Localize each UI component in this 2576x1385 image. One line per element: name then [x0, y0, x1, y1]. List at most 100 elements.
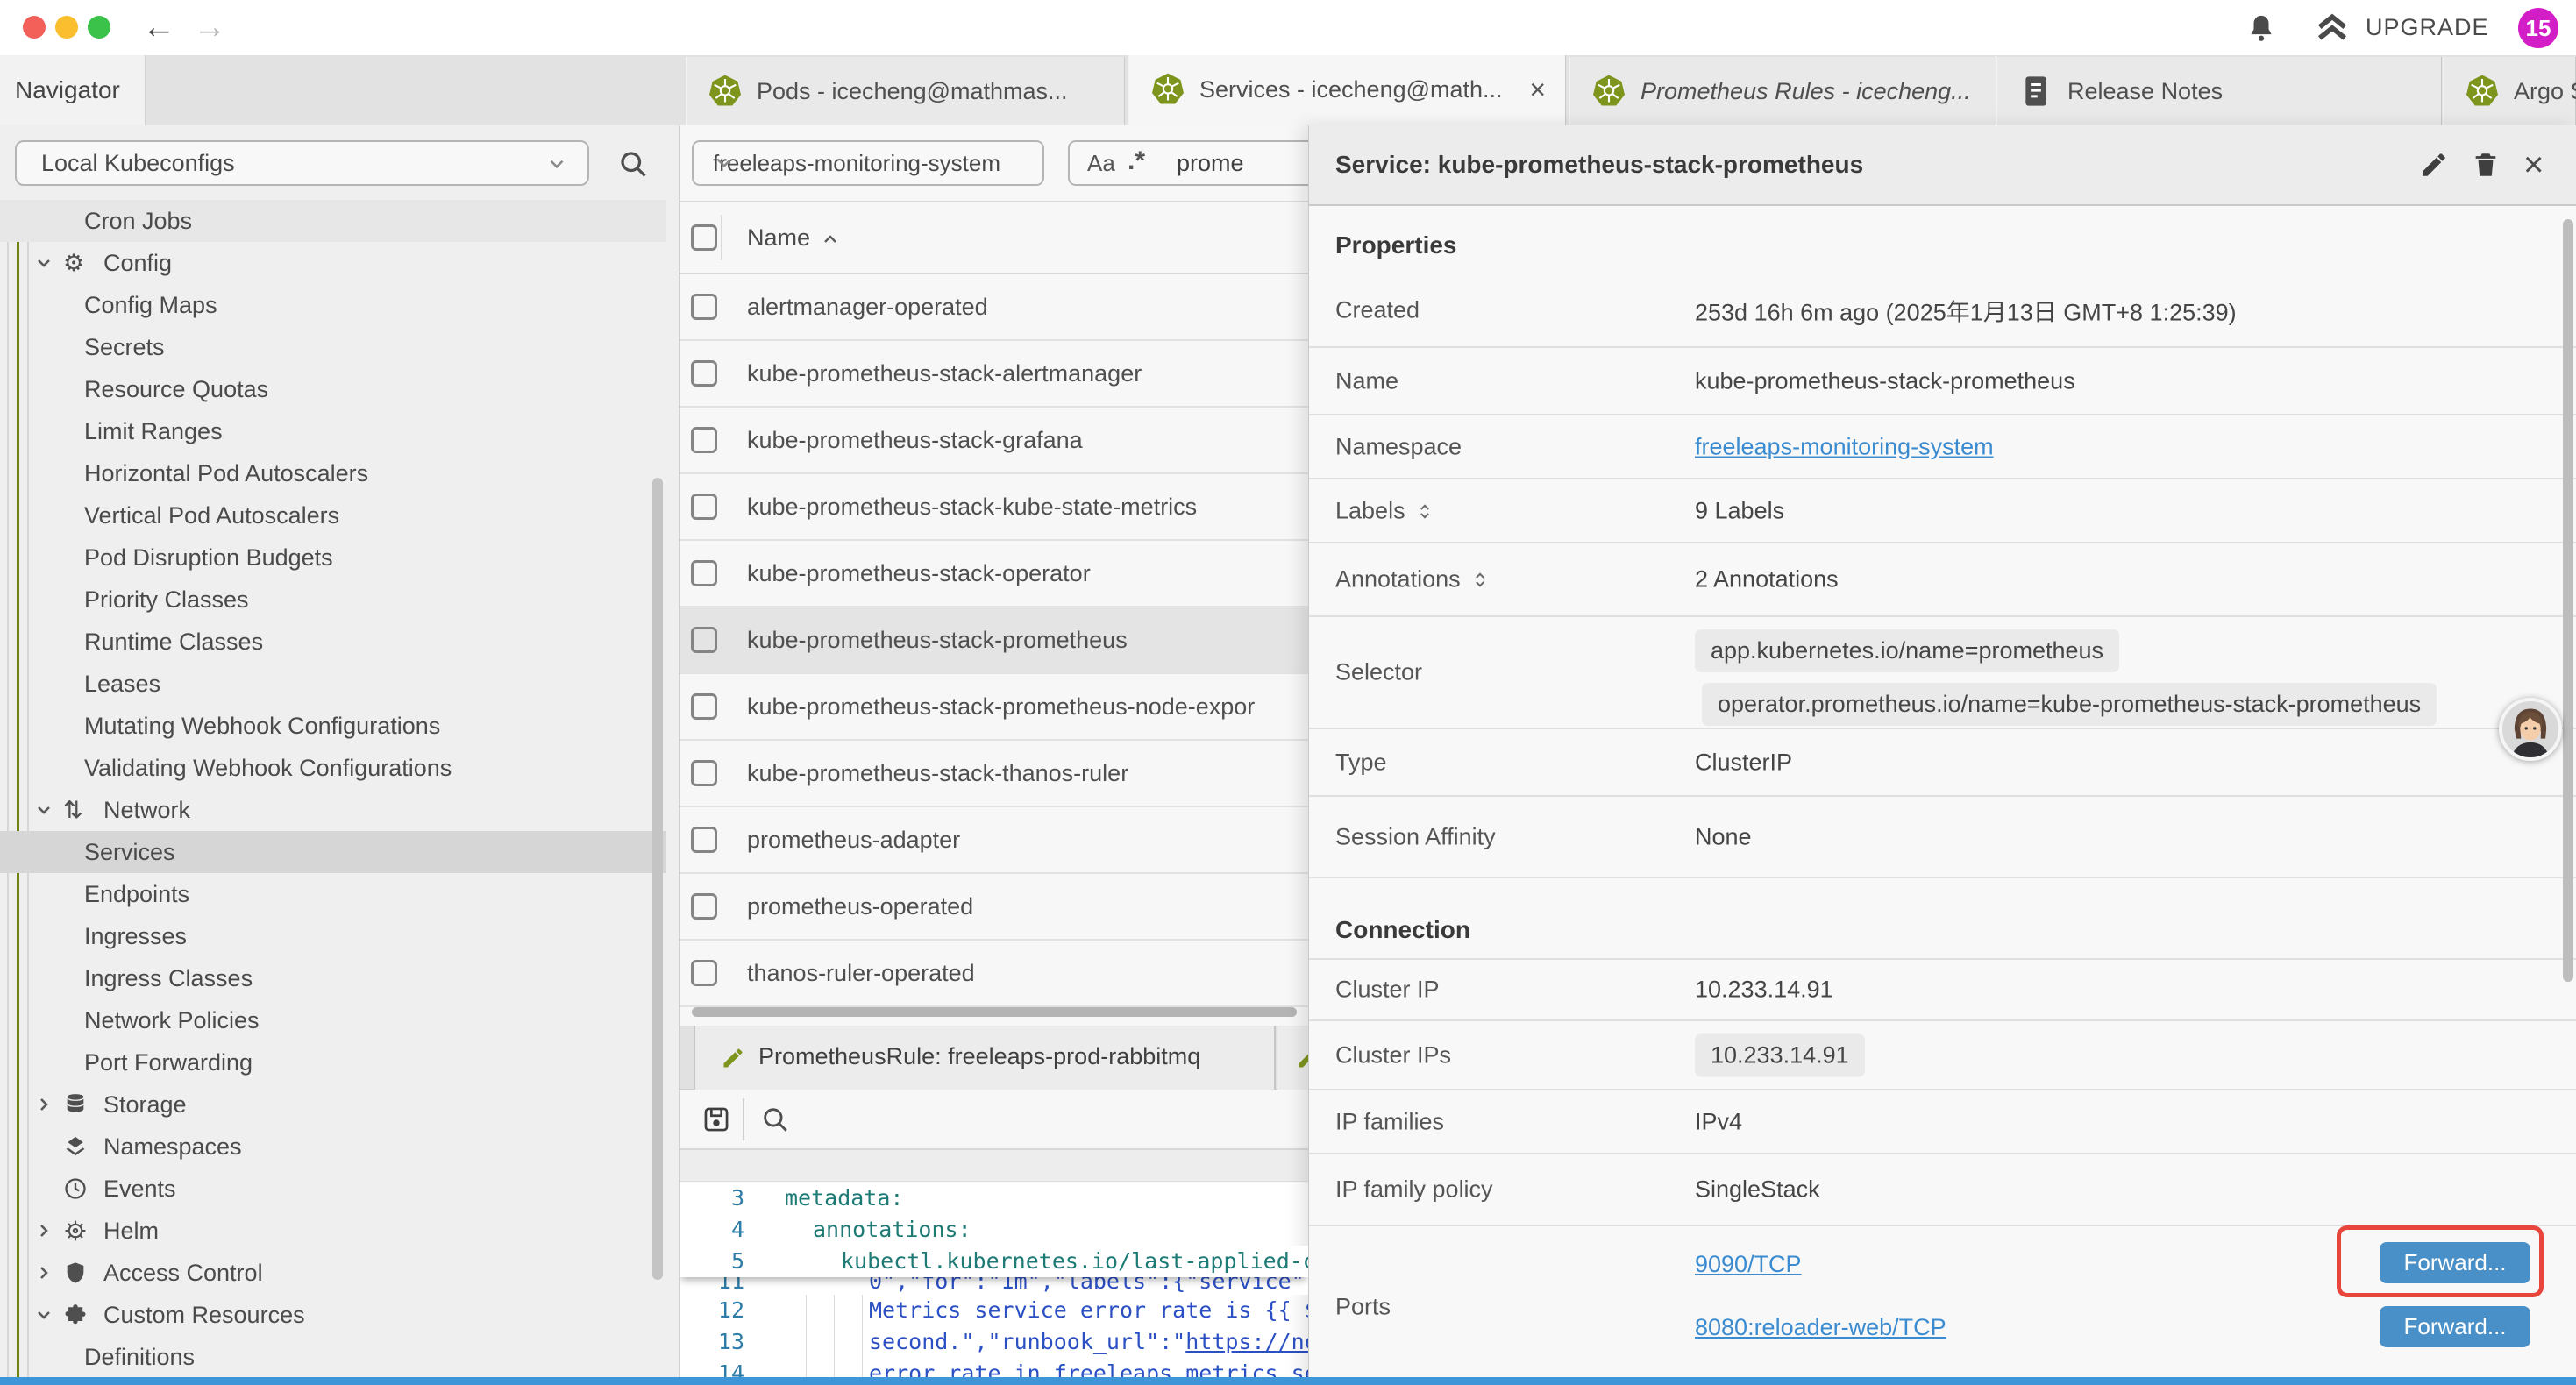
- table-row[interactable]: kube-prometheus-stack-operator: [680, 541, 1308, 607]
- sidebar-item-custom-resources[interactable]: Custom Resources: [0, 1294, 666, 1336]
- kubeconfig-selector[interactable]: Local Kubeconfigs: [15, 140, 589, 186]
- editor-search-icon[interactable]: [760, 1104, 790, 1134]
- sidebar-item-storage[interactable]: Storage: [0, 1083, 666, 1126]
- resource-search-input[interactable]: Aa .* prome: [1068, 140, 1308, 186]
- close-tab-icon[interactable]: ×: [1529, 55, 1546, 124]
- edit-service-button[interactable]: [2419, 150, 2449, 180]
- upgrade-icon[interactable]: [2315, 11, 2350, 45]
- notifications-bell-icon[interactable]: [2246, 12, 2276, 44]
- sidebar-item-port-forwarding[interactable]: Port Forwarding: [0, 1041, 666, 1083]
- sidebar-item-resource-quotas[interactable]: Resource Quotas: [0, 368, 666, 410]
- user-avatar[interactable]: [2499, 698, 2562, 761]
- chevron-down-icon[interactable]: [33, 1304, 54, 1325]
- sidebar-item-priority-classes[interactable]: Priority Classes: [0, 579, 666, 621]
- sidebar-item-mutating-webhook-configurations[interactable]: Mutating Webhook Configurations: [0, 705, 666, 747]
- tab-pods[interactable]: Pods - icecheng@mathmas...: [686, 57, 1125, 125]
- row-checkbox[interactable]: [691, 960, 717, 986]
- notification-count-badge[interactable]: 15: [2518, 8, 2558, 48]
- row-checkbox[interactable]: [691, 827, 717, 853]
- sidebar-item-services[interactable]: Services: [0, 831, 666, 873]
- sidebar-item-network-policies[interactable]: Network Policies: [0, 999, 666, 1041]
- table-row[interactable]: kube-prometheus-stack-prometheus: [680, 607, 1308, 674]
- select-all-checkbox[interactable]: [691, 224, 717, 251]
- row-checkbox[interactable]: [691, 494, 717, 520]
- sidebar-item-config[interactable]: ⚙Config: [0, 242, 666, 284]
- row-checkbox[interactable]: [691, 893, 717, 920]
- sidebar-item-cron-jobs[interactable]: Cron Jobs: [0, 200, 666, 242]
- sort-updown-icon[interactable]: [1471, 568, 1489, 593]
- chevron-right-icon[interactable]: [33, 1220, 54, 1241]
- sidebar-item-vertical-pod-autoscalers[interactable]: Vertical Pod Autoscalers: [0, 494, 666, 536]
- row-checkbox[interactable]: [691, 360, 717, 387]
- sidebar-item-network[interactable]: ⇅Network: [0, 789, 666, 831]
- upgrade-button[interactable]: UPGRADE: [2366, 0, 2489, 55]
- table-row[interactable]: alertmanager-operated: [680, 274, 1308, 341]
- detail-scrollbar[interactable]: [2563, 219, 2573, 982]
- horizontal-scrollbar[interactable]: [692, 1007, 1297, 1017]
- sidebar-item-horizontal-pod-autoscalers[interactable]: Horizontal Pod Autoscalers: [0, 452, 666, 494]
- row-checkbox[interactable]: [691, 560, 717, 586]
- forward-button[interactable]: →: [193, 7, 226, 47]
- row-checkbox[interactable]: [691, 294, 717, 320]
- namespace-link[interactable]: freeleaps-monitoring-system: [1695, 433, 1994, 460]
- tab-services[interactable]: Services - icecheng@math...×: [1128, 55, 1566, 125]
- match-case-toggle[interactable]: Aa: [1087, 142, 1115, 184]
- sidebar-item-limit-ranges[interactable]: Limit Ranges: [0, 410, 666, 452]
- yaml-editor[interactable]: 3metadata:4annotations:5kubectl.kubernet…: [680, 1183, 1308, 1385]
- table-row[interactable]: thanos-ruler-operated: [680, 941, 1308, 1007]
- tab-release[interactable]: Release Notes: [1996, 57, 2442, 125]
- port-link[interactable]: 8080:reloader-web/TCP: [1695, 1314, 1946, 1341]
- sort-ascending-icon[interactable]: [820, 229, 841, 250]
- table-row[interactable]: kube-prometheus-stack-kube-state-metrics: [680, 474, 1308, 541]
- sidebar-item-helm[interactable]: Helm: [0, 1210, 666, 1252]
- table-row[interactable]: kube-prometheus-stack-grafana: [680, 408, 1308, 474]
- namespace-selector[interactable]: freeleaps-monitoring-system: [692, 140, 1044, 186]
- port-link[interactable]: 9090/TCP: [1695, 1251, 1802, 1278]
- table-row[interactable]: kube-prometheus-stack-alertmanager: [680, 341, 1308, 408]
- chevron-down-icon[interactable]: [33, 252, 54, 273]
- tab-prometheus[interactable]: Prometheus Rules - icecheng...: [1569, 57, 1996, 125]
- chevron-right-icon[interactable]: [33, 1262, 54, 1283]
- name-column-header[interactable]: Name: [747, 202, 810, 273]
- sidebar-scrollbar[interactable]: [652, 478, 663, 1280]
- forward-button[interactable]: Forward...: [2380, 1306, 2530, 1347]
- save-icon[interactable]: [701, 1104, 731, 1134]
- editor-tab-partial[interactable]: [1277, 1026, 1308, 1090]
- sidebar-item-runtime-classes[interactable]: Runtime Classes: [0, 621, 666, 663]
- close-window-button[interactable]: [23, 16, 46, 39]
- sidebar-item-definitions[interactable]: Definitions: [0, 1336, 666, 1378]
- editor-tab-prometheusrule[interactable]: PrometheusRule: freeleaps-prod-rabbitmq: [694, 1026, 1276, 1090]
- tab-navigator[interactable]: Navigator: [0, 55, 146, 125]
- row-checkbox[interactable]: [691, 427, 717, 453]
- sidebar-item-ingress-classes[interactable]: Ingress Classes: [0, 957, 666, 999]
- close-panel-button[interactable]: ×: [2523, 125, 2544, 204]
- sidebar-item-pod-disruption-budgets[interactable]: Pod Disruption Budgets: [0, 536, 666, 579]
- chevron-right-icon[interactable]: [33, 1094, 54, 1115]
- sidebar-item-leases[interactable]: Leases: [0, 663, 666, 705]
- tab-argo[interactable]: Argo Se: [2443, 57, 2576, 125]
- maximize-window-button[interactable]: [88, 16, 110, 39]
- delete-service-button[interactable]: [2471, 150, 2501, 180]
- chevron-down-icon[interactable]: [33, 799, 54, 820]
- regex-toggle[interactable]: .*: [1128, 142, 1145, 181]
- search-icon[interactable]: [617, 148, 649, 180]
- table-row[interactable]: prometheus-operated: [680, 874, 1308, 941]
- sidebar-item-access-control[interactable]: Access Control: [0, 1252, 666, 1294]
- back-button[interactable]: ←: [142, 7, 175, 47]
- code-link[interactable]: https://net: [1185, 1329, 1308, 1354]
- sidebar-item-events[interactable]: Events: [0, 1168, 666, 1210]
- sidebar-item-config-maps[interactable]: Config Maps: [0, 284, 666, 326]
- row-checkbox[interactable]: [691, 693, 717, 720]
- minimize-window-button[interactable]: [55, 16, 78, 39]
- table-row[interactable]: kube-prometheus-stack-thanos-ruler: [680, 741, 1308, 807]
- sidebar-item-endpoints[interactable]: Endpoints: [0, 873, 666, 915]
- table-row[interactable]: kube-prometheus-stack-prometheus-node-ex…: [680, 674, 1308, 741]
- sidebar-item-namespaces[interactable]: Namespaces: [0, 1126, 666, 1168]
- sidebar-item-ingresses[interactable]: Ingresses: [0, 915, 666, 957]
- sidebar-item-secrets[interactable]: Secrets: [0, 326, 666, 368]
- row-checkbox[interactable]: [691, 627, 717, 653]
- table-row[interactable]: prometheus-adapter: [680, 807, 1308, 874]
- sidebar-item-validating-webhook-configurations[interactable]: Validating Webhook Configurations: [0, 747, 666, 789]
- sort-updown-icon[interactable]: [1416, 499, 1434, 523]
- row-checkbox[interactable]: [691, 760, 717, 786]
